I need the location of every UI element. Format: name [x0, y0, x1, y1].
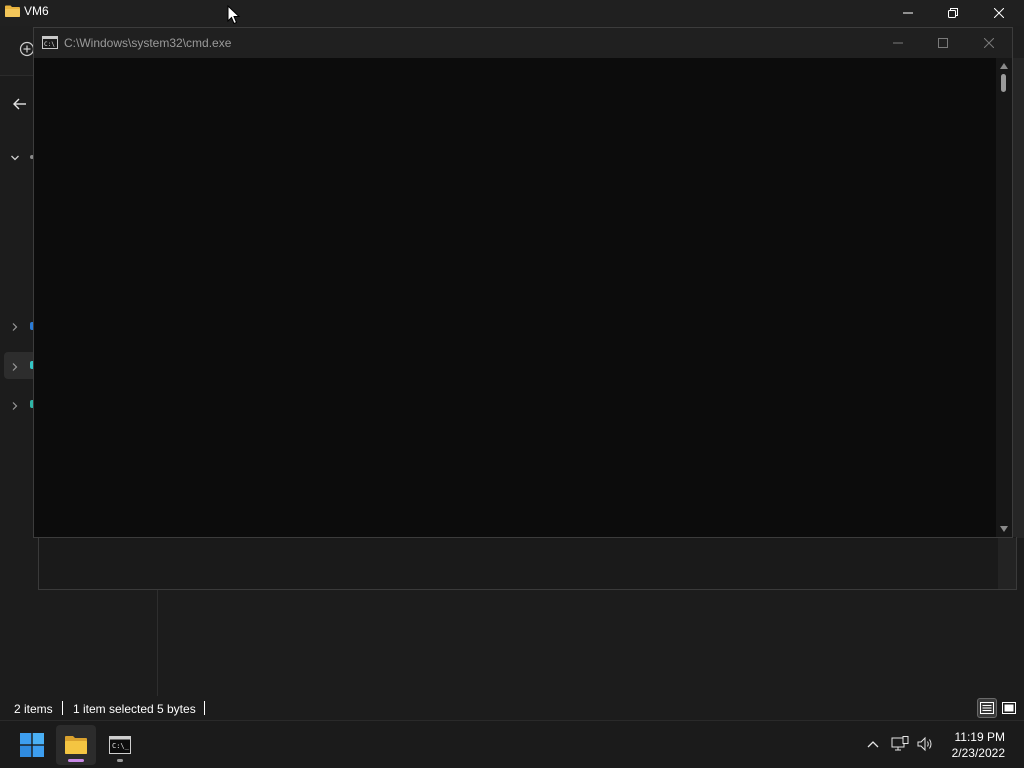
clock-time: 11:19 PM: [954, 730, 1005, 744]
start-icon: [20, 733, 44, 757]
chevron-right-icon[interactable]: [10, 322, 20, 332]
pane-divider[interactable]: [157, 590, 158, 696]
details-view-icon: [980, 702, 994, 714]
command-prompt-icon: C:\_: [109, 736, 131, 754]
background-window-scroll: [998, 538, 1016, 589]
svg-text:C:\: C:\: [44, 41, 55, 48]
volume-icon: [917, 736, 932, 752]
chevron-up-icon: [867, 741, 879, 748]
command-prompt-icon: C:\: [42, 36, 58, 49]
cmd-maximize-button[interactable]: [920, 28, 966, 58]
selection-size: 5 bytes: [157, 702, 196, 716]
folder-icon: [5, 5, 20, 17]
scroll-thumb[interactable]: [1001, 74, 1006, 92]
close-button[interactable]: [976, 0, 1022, 26]
explorer-titlebar[interactable]: VM6: [0, 0, 1024, 26]
maximize-icon: [938, 38, 948, 48]
svg-text:C:\_: C:\_: [112, 742, 130, 750]
running-app-indicator: [117, 759, 123, 762]
start-button[interactable]: [12, 725, 52, 765]
cmd-close-button[interactable]: [966, 28, 1012, 58]
restore-button[interactable]: [930, 0, 976, 26]
status-separator: [204, 701, 205, 715]
taskbar-file-explorer[interactable]: [56, 725, 96, 765]
background-window-panel: [38, 537, 1017, 590]
details-view-button[interactable]: [977, 698, 997, 718]
status-separator: [62, 701, 63, 715]
volume-button[interactable]: [917, 735, 935, 753]
scroll-down-icon[interactable]: [1000, 525, 1008, 533]
file-explorer-icon: [65, 736, 87, 754]
cmd-scrollbar[interactable]: [996, 58, 1012, 537]
cmd-window-title: C:\Windows\system32\cmd.exe: [64, 36, 232, 50]
restore-icon: [948, 8, 958, 18]
close-icon: [994, 8, 1004, 18]
network-button[interactable]: [891, 735, 909, 753]
chevron-right-icon[interactable]: [10, 401, 20, 411]
items-count: 2 items: [14, 702, 53, 716]
large-icons-view-icon: [1002, 702, 1016, 714]
console-output[interactable]: [34, 58, 996, 537]
clock-date: 2/23/2022: [951, 746, 1005, 760]
minimize-icon: [903, 12, 913, 14]
active-app-indicator: [68, 759, 84, 762]
command-prompt-window[interactable]: C:\ C:\Windows\system32\cmd.exe: [33, 27, 1013, 538]
taskbar-command-prompt[interactable]: C:\_: [100, 725, 140, 765]
close-icon: [984, 38, 994, 48]
chevron-down-icon[interactable]: [10, 153, 20, 163]
minimize-icon: [893, 42, 903, 44]
minimize-button[interactable]: [885, 0, 931, 26]
explorer-scrollbar[interactable]: [1012, 58, 1024, 538]
chevron-right-icon[interactable]: [10, 362, 20, 372]
large-icons-view-button[interactable]: [999, 698, 1019, 718]
taskbar-clock[interactable]: 11:19 PM 2/23/2022: [952, 729, 1005, 761]
selection-count: 1 item selected: [73, 702, 154, 716]
network-icon: [891, 736, 909, 751]
show-hidden-icons-button[interactable]: [864, 735, 882, 753]
status-bar: 2 items 1 item selected 5 bytes: [0, 697, 1024, 720]
cmd-titlebar[interactable]: C:\ C:\Windows\system32\cmd.exe: [34, 28, 1012, 58]
scroll-up-icon[interactable]: [1000, 62, 1008, 70]
taskbar: C:\_ 11:19 PM 2/23/2022: [0, 720, 1024, 768]
cmd-minimize-button[interactable]: [875, 28, 921, 58]
mouse-cursor-icon: [227, 5, 241, 25]
window-title: VM6: [24, 4, 49, 18]
